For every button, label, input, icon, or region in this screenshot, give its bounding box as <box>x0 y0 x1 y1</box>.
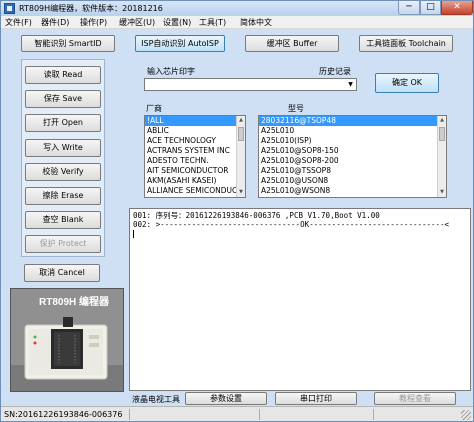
product-brand-label: RT809H 编程器 <box>39 295 110 308</box>
scroll-down-icon[interactable]: ▼ <box>438 188 446 197</box>
chevron-down-icon[interactable]: ▼ <box>345 79 356 90</box>
menu-file[interactable]: 文件(F) <box>5 17 32 28</box>
manufacturer-list[interactable]: !ALL ABLIC ACE TECHNOLOGY ACTRANS SYSTEM… <box>144 115 246 198</box>
menu-bar: 文件(F) 器件(D) 操作(P) 缓冲区(U) 设置(N) 工具(T) 简体中… <box>1 16 473 29</box>
read-button[interactable]: 读取 Read <box>25 66 101 84</box>
scroll-up-icon[interactable]: ▲ <box>438 116 446 125</box>
scroll-up-icon[interactable]: ▲ <box>237 116 245 125</box>
menu-device[interactable]: 器件(D) <box>41 17 69 28</box>
list-item[interactable]: A25L010@SOP8-150 <box>259 146 446 156</box>
status-divider <box>373 409 374 420</box>
scroll-down-icon[interactable]: ▼ <box>237 188 245 197</box>
model-scrollbar[interactable]: ▲ ▼ <box>437 116 446 197</box>
menu-settings[interactable]: 设置(N) <box>163 17 191 28</box>
list-item[interactable]: A25L010@SOP8-200 <box>259 156 446 166</box>
status-divider <box>129 409 130 420</box>
app-icon <box>4 3 15 14</box>
minimize-button[interactable]: ─ <box>398 1 420 15</box>
list-item[interactable]: ABLIC <box>145 126 245 136</box>
tutorial-button[interactable]: 教程查看 <box>374 392 456 405</box>
programmer-device-icon: RT809H 编程器 <box>11 289 123 391</box>
verify-button[interactable]: 校验 Verify <box>25 163 101 181</box>
menu-language[interactable]: 简体中文 <box>240 17 272 28</box>
chip-input-label: 输入芯片印字 <box>147 67 195 76</box>
window-title: RT809H编程器，软件版本：20181216 <box>19 4 163 13</box>
toolchain-button[interactable]: 工具链面板 Toolchain <box>359 35 453 52</box>
write-button[interactable]: 写入 Write <box>25 139 101 157</box>
status-divider <box>259 409 260 420</box>
history-label: 历史记录 <box>319 67 351 76</box>
scroll-thumb[interactable] <box>238 127 244 141</box>
ok-button[interactable]: 确定 OK <box>375 73 439 93</box>
manufacturer-scrollbar[interactable]: ▲ ▼ <box>236 116 245 197</box>
list-item[interactable]: ALLIANCE SEMICONDUCTOR <box>145 186 245 196</box>
open-button[interactable]: 打开 Open <box>25 114 101 132</box>
close-button[interactable]: ✕ <box>441 1 473 15</box>
resize-grip-icon[interactable] <box>461 410 471 420</box>
list-item[interactable]: 28032116@TSOP48 <box>259 116 446 126</box>
operation-panel: 读取 Read 保存 Save 打开 Open 写入 Write 校验 Veri… <box>21 59 105 257</box>
log-line: 001: 序列号：20161226193846-006376 ,PCB V1.7… <box>133 211 380 220</box>
erase-button[interactable]: 擦除 Erase <box>25 187 101 205</box>
text-cursor <box>133 230 134 238</box>
list-item[interactable]: !ALL <box>145 116 245 126</box>
maximize-button[interactable]: □ <box>420 1 441 15</box>
menu-tools[interactable]: 工具(T) <box>199 17 226 28</box>
list-item[interactable]: A25L010@WSON8 <box>259 186 446 196</box>
lcd-tool-label: 液晶电视工具 <box>132 395 180 404</box>
params-button[interactable]: 参数设置 <box>185 392 267 405</box>
list-item[interactable]: A25L010(ISP) <box>259 136 446 146</box>
list-item[interactable]: A25L010@USON8 <box>259 176 446 186</box>
chip-marking-combobox[interactable]: ▼ <box>144 78 357 91</box>
model-label: 型号 <box>288 104 304 113</box>
blank-button[interactable]: 查空 Blank <box>25 211 101 229</box>
status-bar: SN:20161226193846-006376 <box>1 406 473 421</box>
list-item[interactable]: AKM(ASAHI KASEI) <box>145 176 245 186</box>
log-output[interactable]: 001: 序列号：20161226193846-006376 ,PCB V1.7… <box>129 208 471 391</box>
serial-print-button[interactable]: 串口打印 <box>275 392 357 405</box>
list-item[interactable]: AIT SEMICONDUCTOR <box>145 166 245 176</box>
autoisp-button[interactable]: ISP自动识别 AutoISP <box>135 35 225 52</box>
model-list[interactable]: 28032116@TSOP48 A25L010 A25L010(ISP) A25… <box>258 115 447 198</box>
manufacturer-label: 厂商 <box>146 104 162 113</box>
cancel-button[interactable]: 取消 Cancel <box>24 264 100 282</box>
scroll-thumb[interactable] <box>439 127 445 141</box>
main-window: RT809H编程器，软件版本：20181216 ─ □ ✕ 文件(F) 器件(D… <box>0 0 474 422</box>
menu-operation[interactable]: 操作(P) <box>80 17 107 28</box>
save-button[interactable]: 保存 Save <box>25 90 101 108</box>
protect-button[interactable]: 保护 Protect <box>25 235 101 253</box>
list-item[interactable]: A25L010 <box>259 126 446 136</box>
title-bar: RT809H编程器，软件版本：20181216 ─ □ ✕ <box>1 1 473 16</box>
list-item[interactable]: ACTRANS SYSTEM INC <box>145 146 245 156</box>
list-item[interactable]: ACE TECHNOLOGY <box>145 136 245 146</box>
list-item[interactable]: A25L010@TSSOP8 <box>259 166 446 176</box>
smartid-button[interactable]: 智能识别 SmartID <box>21 35 115 52</box>
menu-buffer[interactable]: 缓冲区(U) <box>119 17 155 28</box>
buffer-button[interactable]: 缓冲区 Buffer <box>245 35 339 52</box>
list-item[interactable]: ADESTO TECHN. <box>145 156 245 166</box>
programmer-image: RT809H 编程器 <box>10 288 124 392</box>
serial-number: SN:20161226193846-006376 <box>4 410 123 419</box>
log-line: 002: >-------------------------------OK-… <box>133 220 450 229</box>
